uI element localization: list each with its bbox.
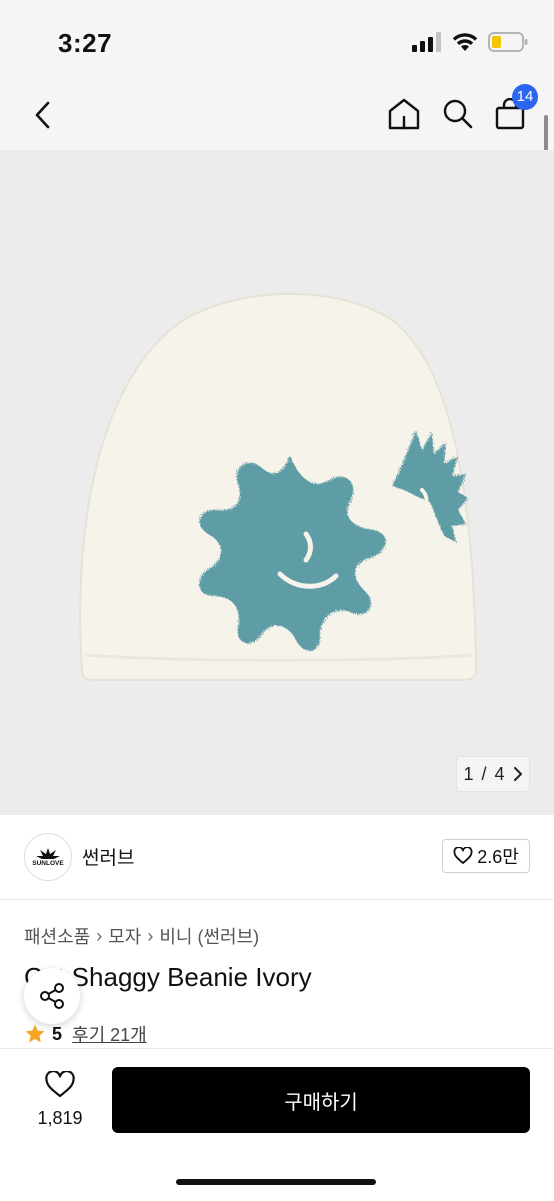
pager-current: 1 [463, 763, 474, 784]
rating-row: 5 후기 21개 [24, 1021, 147, 1047]
pager-separator: / [481, 763, 487, 784]
breadcrumb-item-3[interactable]: 비니 (썬러브) [159, 923, 259, 949]
breadcrumb-separator-icon: › [96, 925, 103, 946]
search-button[interactable] [438, 94, 478, 134]
seller-logo[interactable]: SUNLOVE [24, 833, 72, 881]
status-bar: 3:27 [0, 0, 554, 80]
share-icon [40, 983, 64, 1009]
cart-count-badge: 14 [512, 84, 538, 110]
product-image-gallery[interactable] [0, 150, 554, 815]
wifi-icon [452, 33, 478, 51]
share-button[interactable] [24, 968, 80, 1024]
breadcrumb-separator-icon: › [147, 925, 154, 946]
status-icons [412, 32, 528, 52]
breadcrumb: 패션소품 › 모자 › 비니 (썬러브) [24, 923, 259, 949]
home-indicator [176, 1179, 376, 1185]
heart-icon [45, 1070, 75, 1098]
search-icon [443, 99, 473, 129]
image-pager[interactable]: 1 / 4 [456, 756, 530, 792]
home-icon [388, 98, 420, 130]
brand-like-count: 2.6만 [477, 847, 519, 867]
seller-row: SUNLOVE 썬러브 2.6만 [0, 815, 554, 900]
cellular-signal-icon [412, 32, 441, 52]
status-time: 3:27 [58, 28, 113, 58]
beanie-product-image [79, 292, 478, 681]
cart-button[interactable]: 14 [492, 84, 538, 132]
bottom-action-bar: 1,819 구매하기 [0, 1048, 554, 1201]
sunlove-logo-icon: SUNLOVE [32, 848, 64, 867]
wish-button[interactable]: 1,819 [30, 1070, 90, 1129]
heart-icon [453, 847, 473, 864]
star-icon [25, 1024, 45, 1043]
back-button[interactable] [26, 92, 60, 138]
logo-text: SUNLOVE [32, 860, 64, 867]
chevron-right-icon [513, 767, 522, 781]
battery-icon [488, 32, 528, 52]
buy-button[interactable]: 구매하기 [112, 1067, 530, 1133]
seller-name[interactable]: 썬러브 [82, 843, 134, 870]
home-button[interactable] [384, 94, 424, 134]
pager-total: 4 [494, 763, 505, 784]
wish-count: 1,819 [37, 1108, 83, 1128]
nav-bar: 14 [0, 80, 554, 150]
brand-like-button[interactable]: 2.6만 [442, 839, 530, 873]
breadcrumb-item-2[interactable]: 모자 [108, 923, 141, 949]
chevron-left-icon [35, 101, 50, 129]
rating-score: 5 [52, 1023, 63, 1044]
breadcrumb-item-1[interactable]: 패션소품 [24, 923, 90, 949]
review-link[interactable]: 후기 21개 [72, 1021, 147, 1047]
